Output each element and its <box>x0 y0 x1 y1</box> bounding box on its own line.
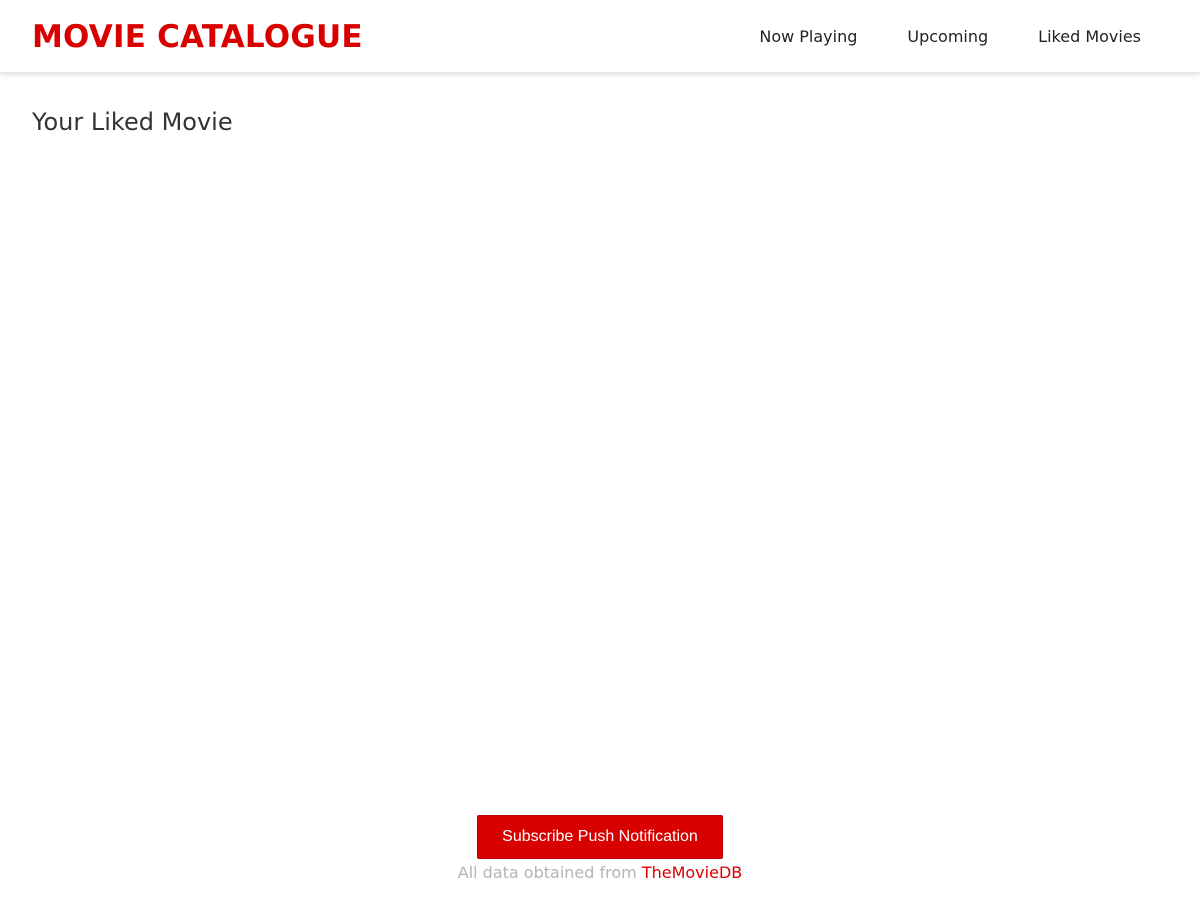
credit-text: All data obtained from <box>457 863 637 882</box>
subscribe-push-button[interactable]: Subscribe Push Notification <box>477 815 723 859</box>
nav-item-upcoming[interactable]: Upcoming <box>882 19 1013 54</box>
data-credit: All data obtained from TheMovieDB <box>458 863 742 882</box>
main-content: Your Liked Movie <box>32 104 1168 140</box>
app-footer: Subscribe Push Notification All data obt… <box>0 815 1200 882</box>
page-title: Your Liked Movie <box>32 108 233 136</box>
nav-item-now-playing[interactable]: Now Playing <box>734 19 882 54</box>
app-header: MOVIE CATALOGUE Now Playing Upcoming Lik… <box>0 0 1200 73</box>
nav-item-liked-movies[interactable]: Liked Movies <box>1013 19 1166 54</box>
themoviedb-link[interactable]: TheMovieDB <box>642 863 742 882</box>
brand-logo[interactable]: MOVIE CATALOGUE <box>32 18 363 56</box>
main-nav: Now Playing Upcoming Liked Movies <box>734 0 1166 73</box>
